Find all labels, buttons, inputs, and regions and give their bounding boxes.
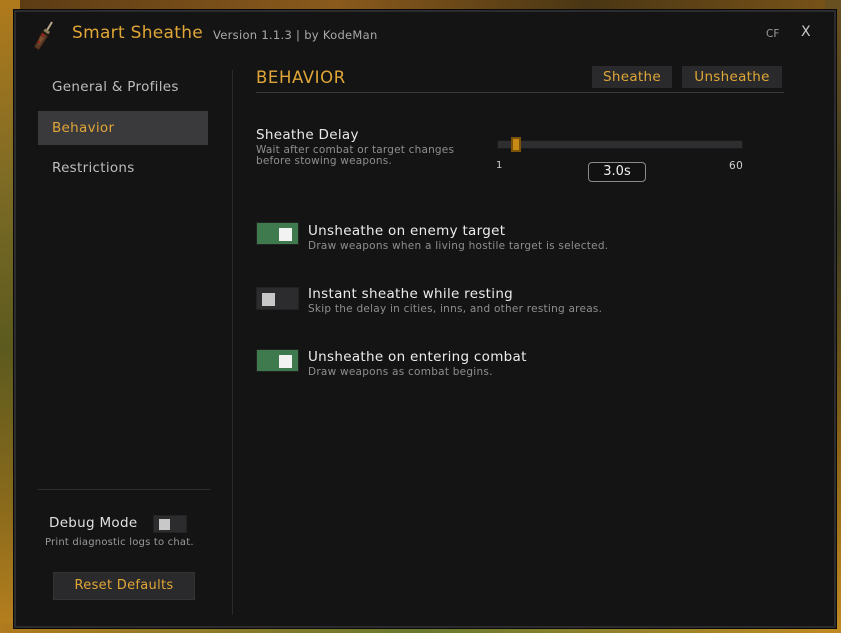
debug-mode-toggle[interactable] bbox=[153, 515, 187, 533]
unsheathe-button[interactable]: Unsheathe bbox=[682, 66, 782, 88]
title-bar[interactable]: Smart Sheathe Version 1.1.3 | by KodeMan… bbox=[16, 12, 834, 60]
slider-max-label: 60 bbox=[729, 160, 744, 172]
sheathe-delay-value-field[interactable]: 3.0s bbox=[588, 162, 646, 182]
debug-mode-label: Debug Mode bbox=[49, 515, 138, 531]
slider-min-label: 1 bbox=[496, 160, 503, 171]
nav-item-restrictions[interactable]: Restrictions bbox=[38, 151, 208, 185]
option-title: Unsheathe on entering combat bbox=[308, 349, 527, 365]
nav-item-label: General & Profiles bbox=[52, 79, 179, 95]
toggle-knob bbox=[262, 293, 275, 306]
slider-thumb[interactable] bbox=[511, 137, 521, 152]
toggle-knob bbox=[279, 228, 292, 241]
sword-sheath-logo-icon bbox=[26, 18, 62, 54]
option-title: Instant sheathe while resting bbox=[308, 286, 514, 302]
option-description: Draw weapons when a living hostile targe… bbox=[308, 240, 609, 252]
unsheathe-on-combat-toggle[interactable] bbox=[256, 349, 299, 372]
nav-item-behavior[interactable]: Behavior bbox=[38, 111, 208, 145]
option-description: Skip the delay in cities, inns, and othe… bbox=[308, 303, 603, 315]
instant-sheathe-resting-toggle[interactable] bbox=[256, 287, 299, 310]
sheathe-button[interactable]: Sheathe bbox=[592, 66, 672, 88]
toggle-knob bbox=[279, 355, 292, 368]
toggle-knob bbox=[159, 519, 170, 530]
nav-item-general-profiles[interactable]: General & Profiles bbox=[38, 70, 208, 104]
nav-item-label: Behavior bbox=[52, 120, 115, 136]
option-description: Draw weapons as combat begins. bbox=[308, 366, 493, 378]
close-button[interactable]: X bbox=[801, 24, 811, 40]
cf-button[interactable]: CF bbox=[766, 28, 779, 40]
app-title: Smart Sheathe bbox=[72, 23, 204, 43]
option-title: Unsheathe on enemy target bbox=[308, 223, 506, 239]
nav-item-label: Restrictions bbox=[52, 160, 135, 176]
sheathe-delay-slider[interactable] bbox=[497, 137, 743, 152]
sheathe-delay-description: Wait after combat or target changes befo… bbox=[256, 144, 455, 167]
header-divider bbox=[256, 92, 784, 93]
vertical-divider bbox=[232, 70, 233, 615]
settings-window: Smart Sheathe Version 1.1.3 | by KodeMan… bbox=[14, 10, 836, 628]
version-text: Version 1.1.3 | by KodeMan bbox=[213, 28, 378, 42]
section-title: BEHAVIOR bbox=[256, 68, 346, 87]
sheathe-delay-label: Sheathe Delay bbox=[256, 127, 359, 143]
debug-mode-description: Print diagnostic logs to chat. bbox=[45, 537, 194, 548]
main-panel: BEHAVIOR Sheathe Unsheathe Sheathe Delay… bbox=[256, 66, 786, 608]
unsheathe-on-target-toggle[interactable] bbox=[256, 222, 299, 245]
reset-defaults-button[interactable]: Reset Defaults bbox=[53, 572, 195, 600]
sidebar-divider bbox=[38, 489, 210, 490]
